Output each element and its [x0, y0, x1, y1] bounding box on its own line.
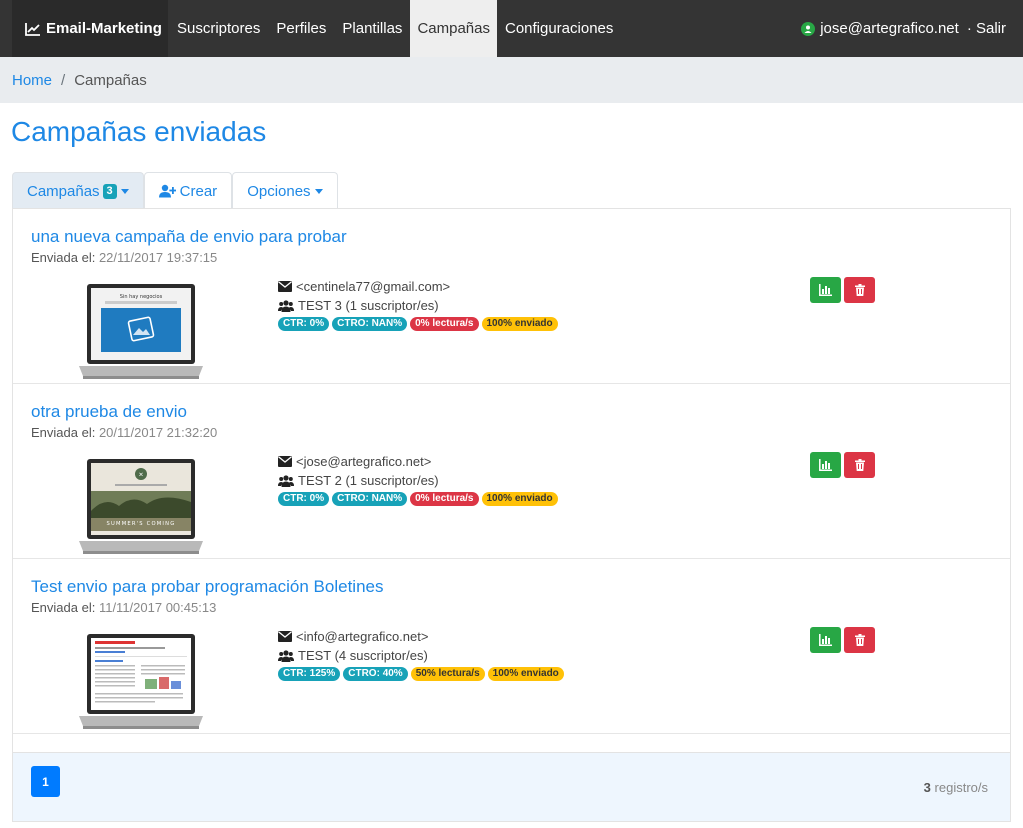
- stats-button[interactable]: [810, 277, 841, 303]
- reading-badge: 0% lectura/s: [410, 492, 479, 506]
- ctro-badge: CTRO: NAN%: [332, 317, 408, 331]
- campaign-actions: [810, 627, 878, 653]
- campaign-email: <info@artegrafico.net>: [296, 629, 429, 644]
- breadcrumb-home-link[interactable]: Home: [12, 72, 52, 89]
- campaign-date: Enviada el: 22/11/2017 19:37:15: [31, 250, 217, 265]
- tab-options-label: Opciones: [247, 182, 311, 200]
- nav-perfiles[interactable]: Perfiles: [268, 0, 334, 57]
- campaign-group: TEST 2 (1 suscriptor/es): [298, 473, 439, 488]
- reading-badge: 0% lectura/s: [410, 317, 479, 331]
- line-chart-icon: [25, 22, 40, 36]
- delete-button[interactable]: [844, 627, 875, 653]
- ctr-badge: CTR: 0%: [278, 317, 330, 331]
- campaign-info: <jose@artegrafico.net> TEST 2 (1 suscrip…: [278, 452, 561, 506]
- campaign-group: TEST 3 (1 suscriptor/es): [298, 298, 439, 313]
- pagination-page-1[interactable]: 1: [31, 766, 60, 797]
- nav-plantillas[interactable]: Plantillas: [334, 0, 410, 57]
- trash-icon: [854, 634, 865, 646]
- top-navbar: Email-Marketing Suscriptores Perfiles Pl…: [0, 0, 1023, 57]
- campaign-info: <info@artegrafico.net> TEST (4 suscripto…: [278, 627, 567, 681]
- list-footer: 1 3 registro/s: [12, 752, 1011, 822]
- bar-chart-icon: [819, 634, 832, 646]
- sent-badge: 100% enviado: [481, 317, 558, 331]
- breadcrumb-current: Campañas: [74, 71, 147, 89]
- tab-campaigns-label: Campañas: [27, 182, 100, 200]
- thumb-caption: Sin hay negocios: [120, 294, 163, 300]
- ctro-badge: CTRO: 40%: [343, 667, 408, 681]
- campaign-title-link[interactable]: Test envio para probar programación Bole…: [31, 577, 383, 597]
- envelope-icon: [278, 281, 292, 292]
- campaign-list: una nueva campaña de envio para probar E…: [12, 208, 1011, 753]
- reading-badge: 50% lectura/s: [410, 667, 485, 681]
- delete-button[interactable]: [844, 277, 875, 303]
- users-icon: [278, 474, 294, 487]
- campaign-thumbnail[interactable]: [75, 631, 207, 731]
- envelope-icon: [278, 456, 292, 467]
- date-label: Enviada el:: [31, 600, 96, 615]
- date-value: 11/11/2017 00:45:13: [98, 600, 217, 615]
- records-count: 3 registro/s: [924, 780, 988, 795]
- user-plus-icon: [158, 184, 176, 198]
- date-value: 20/11/2017 21:32:20: [98, 425, 218, 440]
- delete-button[interactable]: [844, 452, 875, 478]
- campaign-actions: [810, 277, 878, 303]
- campaign-date: Enviada el: 20/11/2017 21:32:20: [31, 425, 217, 440]
- nav-campanas[interactable]: Campañas: [410, 0, 497, 57]
- sent-badge: 100% enviado: [487, 667, 564, 681]
- users-icon: [278, 299, 294, 312]
- campaign-group: TEST (4 suscriptor/es): [298, 648, 428, 663]
- nav-suscriptores[interactable]: Suscriptores: [169, 0, 268, 57]
- campaign-date: Enviada el: 11/11/2017 00:45:13: [31, 600, 216, 615]
- brand-link[interactable]: Email-Marketing: [12, 0, 168, 57]
- campaign-item: Test envio para probar programación Bole…: [13, 559, 1010, 734]
- records-label: registro/s: [934, 780, 988, 795]
- campaign-title-link[interactable]: una nueva campaña de envio para probar: [31, 227, 347, 247]
- thumb-caption: SUMMER'S COMING: [107, 521, 176, 527]
- tab-create[interactable]: Crear: [143, 172, 233, 209]
- campaign-thumbnail[interactable]: Sin hay negocios: [75, 281, 207, 381]
- campaign-item: una nueva campaña de envio para probar E…: [13, 209, 1010, 384]
- logout-link[interactable]: · Salir: [967, 20, 1006, 37]
- envelope-icon: [278, 631, 292, 642]
- records-number: 3: [923, 780, 931, 795]
- breadcrumb: Home / Campañas: [0, 57, 1023, 103]
- tab-options-dropdown[interactable]: Opciones: [232, 172, 338, 209]
- user-email-link[interactable]: jose@artegrafico.net: [820, 20, 959, 37]
- ctro-badge: CTRO: NAN%: [332, 492, 408, 506]
- sent-badge: 100% enviado: [481, 492, 558, 506]
- ctr-badge: CTR: 125%: [278, 667, 341, 681]
- page-title: Campañas enviadas: [11, 116, 267, 147]
- bar-chart-icon: [819, 284, 832, 296]
- tab-create-label: Crear: [179, 182, 218, 200]
- campaign-title-link[interactable]: otra prueba de envio: [31, 402, 187, 422]
- user-menu: jose@artegrafico.net · Salir: [801, 0, 1006, 57]
- campaign-info: <centinela77@gmail.com> TEST 3 (1 suscri…: [278, 277, 561, 331]
- nav-configuraciones[interactable]: Configuraciones: [497, 0, 621, 57]
- campaign-actions: [810, 452, 878, 478]
- users-icon: [278, 649, 294, 662]
- campaign-item: otra prueba de envio Enviada el: 20/11/2…: [13, 384, 1010, 559]
- date-value: 22/11/2017 19:37:15: [98, 250, 218, 265]
- bar-chart-icon: [819, 459, 832, 471]
- campaign-thumbnail[interactable]: ✕ SUMMER'S COMING: [75, 456, 207, 556]
- trash-icon: [854, 459, 865, 471]
- campaign-email: <jose@artegrafico.net>: [296, 454, 432, 469]
- campaigns-count-badge: 3: [102, 183, 117, 199]
- brand-label: Email-Marketing: [46, 20, 162, 37]
- trash-icon: [854, 284, 865, 296]
- date-label: Enviada el:: [31, 425, 96, 440]
- user-circle-icon: [801, 21, 816, 36]
- stats-button[interactable]: [810, 627, 841, 653]
- caret-down-icon: [120, 188, 129, 194]
- caret-down-icon: [314, 188, 323, 194]
- tab-campaigns-dropdown[interactable]: Campañas 3: [12, 172, 144, 209]
- campaign-email: <centinela77@gmail.com>: [296, 279, 451, 294]
- svg-text:✕: ✕: [138, 472, 143, 479]
- stats-button[interactable]: [810, 452, 841, 478]
- tab-bar: Campañas 3 Crear Opciones: [12, 172, 338, 209]
- date-label: Enviada el:: [31, 250, 96, 265]
- breadcrumb-separator: /: [61, 71, 66, 89]
- ctr-badge: CTR: 0%: [278, 492, 330, 506]
